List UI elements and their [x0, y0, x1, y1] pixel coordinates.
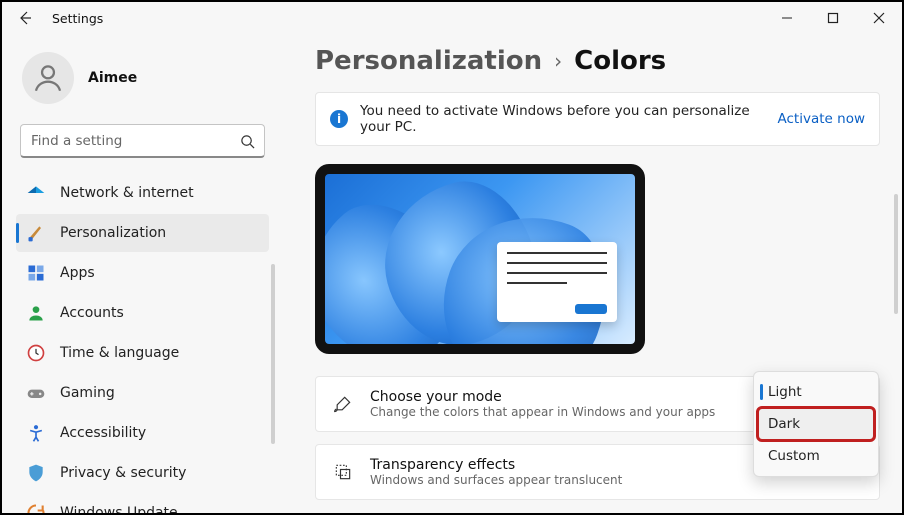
sidebar-item-network[interactable]: Network & internet [16, 174, 269, 212]
user-profile[interactable]: Aimee [16, 44, 269, 122]
sidebar-item-label: Time & language [60, 345, 179, 361]
settings-list: Choose your mode Change the colors that … [315, 376, 880, 500]
setting-title: Transparency effects [370, 457, 622, 473]
setting-desc: Change the colors that appear in Windows… [370, 405, 715, 419]
page-title: Colors [574, 46, 666, 76]
search-field-wrap [20, 124, 265, 158]
shield-icon [26, 463, 46, 483]
settings-window: Settings Aimee [0, 0, 904, 515]
person-icon [26, 303, 46, 323]
window-title: Settings [52, 11, 103, 26]
activate-now-link[interactable]: Activate now [778, 111, 865, 127]
mode-option-light[interactable]: Light [758, 376, 874, 408]
setting-title: Choose your mode [370, 389, 715, 405]
back-button[interactable] [16, 9, 34, 27]
sidebar-item-accounts[interactable]: Accounts [16, 294, 269, 332]
setting-choose-mode[interactable]: Choose your mode Change the colors that … [315, 376, 880, 432]
window-controls [764, 2, 902, 34]
sidebar-item-label: Windows Update [60, 505, 178, 513]
maximize-button[interactable] [810, 2, 856, 34]
update-icon [26, 503, 46, 513]
brush-icon [26, 223, 46, 243]
activation-text: You need to activate Windows before you … [360, 103, 766, 135]
clock-icon [26, 343, 46, 363]
info-icon: i [330, 110, 348, 128]
sidebar-item-label: Gaming [60, 385, 115, 401]
sidebar-item-update[interactable]: Windows Update [16, 494, 269, 513]
sidebar-item-personalization[interactable]: Personalization [16, 214, 269, 252]
brush-outline-icon [332, 393, 354, 415]
activation-banner: i You need to activate Windows before yo… [315, 92, 880, 146]
mode-dropdown-menu: Light Dark Custom [753, 371, 879, 477]
sidebar-item-time[interactable]: Time & language [16, 334, 269, 372]
titlebar: Settings [2, 2, 902, 34]
sidebar-item-label: Personalization [60, 225, 166, 241]
apps-icon [26, 263, 46, 283]
sidebar-item-label: Accounts [60, 305, 124, 321]
sidebar-item-privacy[interactable]: Privacy & security [16, 454, 269, 492]
minimize-button[interactable] [764, 2, 810, 34]
preview-window [497, 242, 617, 322]
sidebar-item-label: Apps [60, 265, 95, 281]
theme-preview [315, 164, 645, 354]
sidebar-item-gaming[interactable]: Gaming [16, 374, 269, 412]
chevron-right-icon: › [554, 49, 562, 73]
close-button[interactable] [856, 2, 902, 34]
wifi-icon [26, 183, 46, 203]
sidebar-item-accessibility[interactable]: Accessibility [16, 414, 269, 452]
setting-desc: Windows and surfaces appear translucent [370, 473, 622, 487]
sidebar-item-apps[interactable]: Apps [16, 254, 269, 292]
sidebar-scrollbar[interactable] [271, 264, 275, 444]
sidebar-item-label: Accessibility [60, 425, 146, 441]
mode-option-dark[interactable]: Dark [758, 408, 874, 440]
transparency-icon [332, 461, 354, 483]
sidebar-nav: Network & internet Personalization Apps … [16, 174, 269, 513]
user-name: Aimee [88, 70, 137, 86]
search-icon[interactable] [235, 129, 259, 153]
sidebar-item-label: Privacy & security [60, 465, 186, 481]
avatar [22, 52, 74, 104]
sidebar: Aimee Network & internet Personalization [2, 34, 277, 513]
main-content: Personalization › Colors i You need to a… [277, 34, 902, 513]
search-input[interactable] [20, 124, 265, 158]
accessibility-icon [26, 423, 46, 443]
game-icon [26, 383, 46, 403]
sidebar-item-label: Network & internet [60, 185, 194, 201]
breadcrumb-parent[interactable]: Personalization [315, 46, 542, 76]
page-scrollbar[interactable] [894, 194, 898, 314]
breadcrumb: Personalization › Colors [315, 46, 880, 76]
mode-option-custom[interactable]: Custom [758, 440, 874, 472]
